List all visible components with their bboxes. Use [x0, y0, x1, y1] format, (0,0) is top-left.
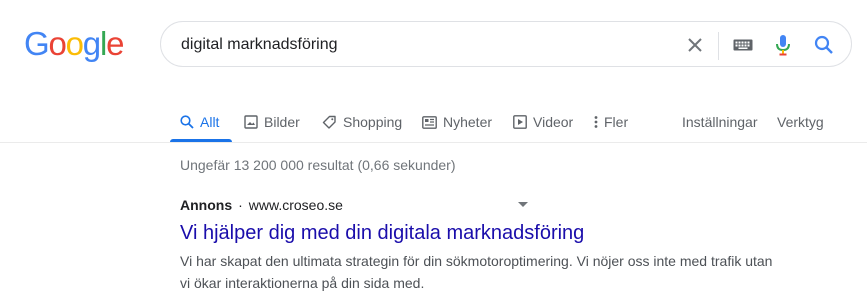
google-logo[interactable]: Google: [24, 25, 124, 62]
keyboard-icon[interactable]: [731, 33, 755, 57]
tab-all[interactable]: Allt: [180, 112, 219, 132]
tab-label: Allt: [200, 114, 220, 130]
ad-url[interactable]: www.croseo.se: [249, 197, 343, 213]
search-divider: [718, 32, 719, 60]
news-icon: [422, 115, 437, 129]
tabs-divider: [0, 142, 867, 143]
logo-letter: e: [106, 25, 124, 62]
logo-letter: G: [24, 25, 50, 62]
logo-letter: o: [65, 25, 84, 62]
search-tabs: Allt Bilder Shopping Nyheter Videor Fler…: [0, 108, 867, 142]
ad-title-link[interactable]: Vi hjälper dig med din digitala marknads…: [180, 220, 800, 246]
tab-videos[interactable]: Videor: [513, 112, 573, 132]
mic-icon[interactable]: [771, 33, 795, 57]
search-icon: [180, 115, 194, 129]
tab-more[interactable]: Fler: [594, 112, 628, 132]
tag-icon: [322, 115, 336, 129]
tools-link[interactable]: Verktyg: [777, 112, 824, 132]
search-box[interactable]: digital marknadsföring: [160, 21, 852, 67]
more-vert-icon: [594, 116, 598, 128]
tab-label: Nyheter: [443, 114, 493, 130]
ad-separator: ·: [238, 197, 243, 213]
tab-shopping[interactable]: Shopping: [322, 112, 402, 132]
chevron-down-icon[interactable]: [518, 202, 528, 207]
ad-description: Vi har skapat den ultimata strategin för…: [180, 253, 773, 291]
search-input[interactable]: digital marknadsföring: [181, 36, 338, 54]
tab-label: Videor: [533, 114, 574, 130]
logo-letter: g: [82, 25, 101, 62]
ad-label: Annons: [180, 197, 233, 213]
search-icon[interactable]: [812, 33, 836, 57]
video-icon: [513, 115, 527, 129]
result-stats: Ungefär 13 200 000 resultat (0,66 sekund…: [180, 157, 456, 173]
settings-link[interactable]: Inställningar: [682, 112, 758, 132]
tab-images[interactable]: Bilder: [244, 112, 300, 132]
tab-label: Shopping: [343, 114, 403, 130]
close-icon[interactable]: [683, 33, 707, 57]
tab-label: Fler: [604, 114, 629, 130]
logo-letter: o: [48, 25, 66, 62]
tab-label: Bilder: [264, 114, 300, 130]
tab-news[interactable]: Nyheter: [422, 112, 492, 132]
image-icon: [244, 115, 258, 129]
ad-result: Annons · www.croseo.se Vi hjälper dig me…: [180, 196, 800, 294]
ad-header: Annons · www.croseo.se: [180, 196, 800, 214]
